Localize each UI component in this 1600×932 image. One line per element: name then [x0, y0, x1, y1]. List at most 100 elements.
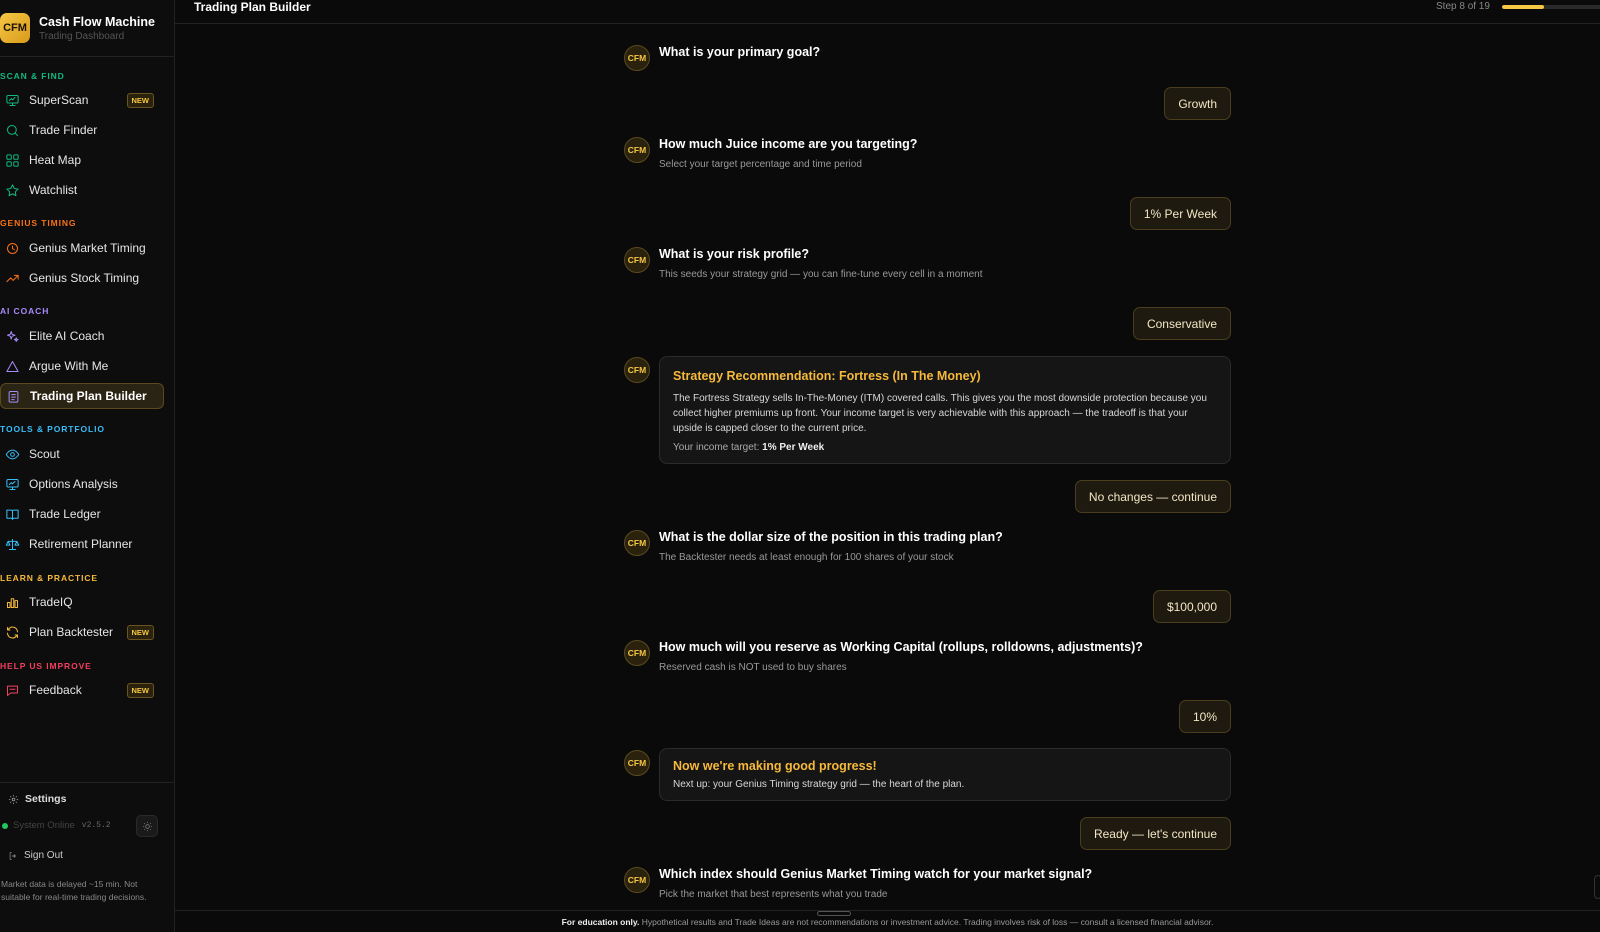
settings-label: Settings	[25, 793, 67, 805]
message-icon	[3, 681, 21, 699]
sign-out-label: Sign Out	[24, 850, 63, 861]
sidebar-item-scout[interactable]: Scout	[0, 441, 164, 467]
sidebar-item-superscan[interactable]: SuperScan NEW	[0, 87, 164, 113]
sidebar-item-trade-finder[interactable]: Trade Finder	[0, 117, 164, 143]
sidebar-item-genius-market-timing[interactable]: Genius Market Timing	[0, 235, 164, 261]
top-bar: Trading Plan Builder Step 8 of 19	[175, 0, 1600, 24]
step-indicator: Step 8 of 19	[1436, 1, 1490, 12]
assistant-avatar: CFM	[624, 640, 650, 666]
status-dot	[2, 822, 8, 829]
question-subtitle: This seeds your strategy grid — you can …	[659, 269, 983, 280]
sidebar-item-genius-stock-timing[interactable]: Genius Stock Timing	[0, 265, 164, 291]
search-icon	[3, 121, 21, 139]
version-label: v2.5.2	[81, 821, 111, 830]
scrollbar-handle[interactable]	[1594, 875, 1600, 899]
status-text: System Online	[13, 820, 75, 831]
logout-icon	[9, 851, 16, 860]
sidebar-item-trading-plan-builder[interactable]: Trading Plan Builder	[0, 383, 164, 409]
section-label-ai-coach: AI COACH	[0, 306, 50, 316]
theme-toggle-button[interactable]	[136, 815, 158, 837]
sidebar-item-feedback[interactable]: Feedback NEW	[0, 677, 164, 703]
clock-icon	[3, 239, 21, 257]
sidebar: CFM Cash Flow Machine Trading Dashboard …	[0, 0, 175, 932]
brand[interactable]: CFM Cash Flow Machine Trading Dashboard	[0, 0, 174, 57]
question-subtitle: Pick the market that best represents wha…	[659, 889, 888, 900]
sidebar-item-plan-backtester[interactable]: Plan Backtester NEW	[0, 619, 164, 645]
scale-icon	[3, 535, 21, 553]
sparkles-icon	[3, 327, 21, 345]
question-working-capital: How much will you reserve as Working Cap…	[659, 640, 1143, 654]
sidebar-item-label: Options Analysis	[29, 477, 118, 491]
sidebar-item-watchlist[interactable]: Watchlist	[0, 177, 164, 203]
answer-bubble: 1% Per Week	[1129, 197, 1231, 230]
question-subtitle: Reserved cash is NOT used to buy shares	[659, 662, 847, 673]
progress-message-body: Next up: your Genius Timing strategy gri…	[673, 779, 965, 790]
trending-up-icon	[3, 269, 21, 287]
new-badge: NEW	[126, 92, 154, 108]
sidebar-item-elite-ai-coach[interactable]: Elite AI Coach	[0, 323, 164, 349]
sidebar-item-label: Trading Plan Builder	[30, 389, 147, 403]
gear-icon	[8, 794, 19, 804]
sidebar-item-label: Plan Backtester	[29, 625, 114, 639]
monitor-chart-icon	[3, 475, 21, 493]
sign-out-button[interactable]: Sign Out	[8, 850, 63, 861]
refresh-icon	[3, 623, 21, 641]
strategy-recommendation-card: Strategy Recommendation: Fortress (In Th…	[659, 356, 1231, 464]
sidebar-item-label: Scout	[29, 447, 60, 461]
question-income-target: How much Juice income are you targeting?	[659, 137, 918, 151]
settings-button[interactable]: Settings	[8, 793, 66, 805]
footer-disclaimer: For education only. Hypothetical results…	[175, 917, 1600, 927]
sidebar-item-label: Heat Map	[29, 153, 82, 167]
sidebar-item-label: TradeIQ	[29, 595, 73, 609]
sidebar-item-heat-map[interactable]: Heat Map	[0, 147, 164, 173]
progress-message-title: Now we're making good progress!	[673, 759, 877, 773]
monitor-icon	[3, 91, 21, 109]
answer-bubble: No changes — continue	[1074, 480, 1231, 513]
sidebar-item-label: Watchlist	[29, 183, 78, 197]
progress-bar-fill	[1502, 5, 1544, 9]
answer-bubble: Growth	[1164, 87, 1231, 120]
assistant-avatar: CFM	[624, 247, 650, 273]
sidebar-item-label: Trade Ledger	[29, 507, 101, 521]
question-subtitle: The Backtester needs at least enough for…	[659, 552, 954, 563]
answer-bubble: 10%	[1178, 700, 1231, 733]
question-subtitle: Select your target percentage and time p…	[659, 159, 862, 170]
answer-bubble: Ready — let's continue	[1079, 817, 1231, 850]
income-target-value: 1% Per Week	[762, 442, 825, 453]
question-primary-goal: What is your primary goal?	[659, 45, 821, 59]
sidebar-item-argue-with-me[interactable]: Argue With Me	[0, 353, 164, 379]
section-label-scan: SCAN & FIND	[0, 71, 65, 81]
assistant-avatar: CFM	[624, 750, 650, 776]
sidebar-item-tradeiq[interactable]: TradeIQ	[0, 589, 164, 615]
new-badge: NEW	[126, 682, 154, 698]
system-status: System Online v2.5.2	[2, 820, 111, 831]
sidebar-item-trade-ledger[interactable]: Trade Ledger	[0, 501, 164, 527]
sidebar-item-label: Retirement Planner	[29, 537, 133, 551]
warning-triangle-icon	[3, 357, 21, 375]
section-label-genius: GENIUS TIMING	[0, 218, 77, 228]
brand-subtitle: Trading Dashboard	[39, 30, 125, 42]
footer-text: Hypothetical results and Trade Ideas are…	[639, 917, 1214, 927]
star-icon	[3, 181, 21, 199]
progress-message-card: Now we're making good progress! Next up:…	[659, 748, 1231, 801]
sidebar-item-label: SuperScan	[29, 93, 89, 107]
sidebar-item-label: Argue With Me	[29, 359, 109, 373]
assistant-avatar: CFM	[624, 357, 650, 383]
sun-icon	[142, 821, 152, 831]
sidebar-footer: Settings System Online v2.5.2 Sign Out M…	[0, 782, 175, 932]
assistant-avatar: CFM	[624, 45, 650, 71]
brand-title: Cash Flow Machine	[39, 14, 155, 29]
book-icon	[3, 505, 21, 523]
answer-bubble: Conservative	[1132, 307, 1231, 340]
eye-icon	[3, 445, 21, 463]
resize-handle[interactable]	[817, 911, 851, 916]
question-position-size: What is the dollar size of the position …	[659, 530, 1003, 544]
footer-bold: For education only.	[561, 917, 640, 927]
assistant-avatar: CFM	[624, 867, 650, 893]
sidebar-item-options-analysis[interactable]: Options Analysis	[0, 471, 164, 497]
section-label-help: HELP US IMPROVE	[0, 661, 92, 671]
sidebar-item-retirement-planner[interactable]: Retirement Planner	[0, 531, 164, 557]
assistant-avatar: CFM	[624, 137, 650, 163]
question-risk-profile: What is your risk profile?	[659, 247, 810, 261]
new-badge: NEW	[126, 624, 154, 640]
